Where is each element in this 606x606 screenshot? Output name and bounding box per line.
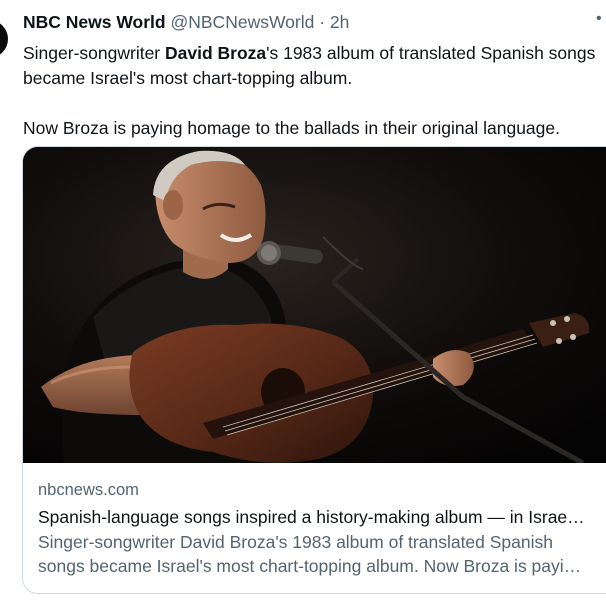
tweet-paragraph-1: Singer-songwriter David Broza's 1983 alb…	[23, 41, 606, 91]
tweet-header: NBC News World @NBCNewsWorld · 2h	[23, 11, 349, 33]
author-name[interactable]: NBC News World	[23, 12, 166, 32]
tweet-bold-name: David Broza	[165, 43, 267, 63]
card-title[interactable]: Spanish-language songs inspired a histor…	[38, 505, 605, 529]
tweet-paragraph-2: Now Broza is paying homage to the ballad…	[23, 118, 560, 138]
card-description: Singer-songwriter David Broza's 1983 alb…	[38, 530, 605, 578]
author-handle[interactable]: @NBCNewsWorld	[170, 12, 314, 32]
card-image[interactable]	[23, 147, 606, 463]
header-separator: ·	[314, 12, 330, 32]
timeline-viewport: NBC News World @NBCNewsWorld · 2h • Sing…	[0, 0, 606, 606]
card-description-line: Singer-songwriter David Broza's 1983 alb…	[38, 532, 554, 552]
card-domain[interactable]: nbcnews.com	[38, 479, 606, 501]
tweet-timestamp[interactable]: 2h	[330, 12, 349, 32]
link-preview-card[interactable]: nbcnews.com Spanish-language songs inspi…	[22, 146, 606, 594]
author-avatar[interactable]	[0, 20, 8, 58]
guitarist-performing-photo	[23, 147, 606, 463]
tweet-text-segment: became Israel's most chart-topping album…	[23, 68, 353, 88]
card-description-line: songs became Israel's most chart-topping…	[38, 556, 582, 576]
more-options-icon[interactable]: •	[596, 11, 606, 27]
tweet-text-segment: 's 1983 album of translated Spanish song…	[266, 43, 596, 63]
tweet-text: Singer-songwriter David Broza's 1983 alb…	[23, 41, 606, 141]
tweet-text-segment: Singer-songwriter	[23, 43, 165, 63]
card-meta: nbcnews.com Spanish-language songs inspi…	[38, 479, 606, 578]
